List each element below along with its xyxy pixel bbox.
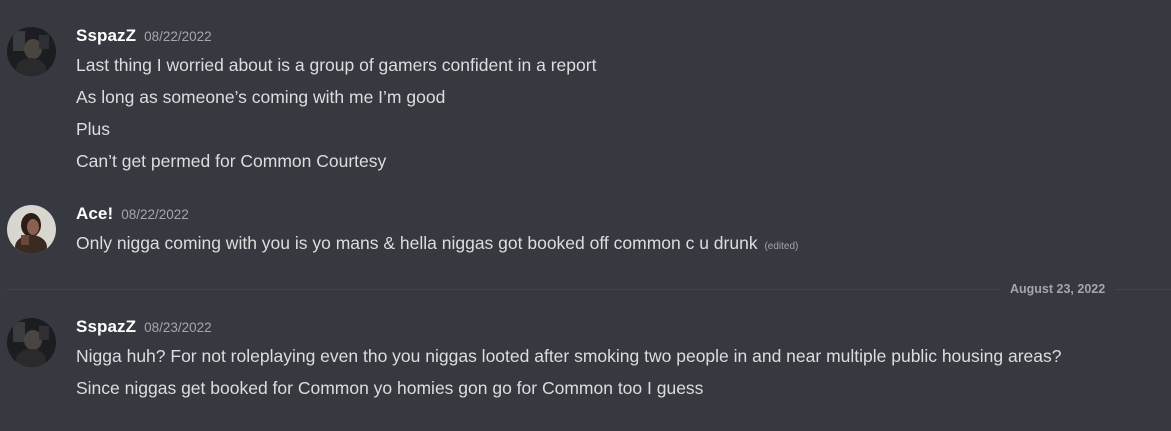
message-content: Only nigga coming with you is yo mans & … [76,233,758,253]
avatar[interactable] [7,318,56,367]
avatar-image [7,318,56,367]
message-header: SspazZ 08/22/2022 [76,26,212,46]
message-header: SspazZ 08/23/2022 [76,317,212,337]
date-divider-line [7,289,1171,290]
username[interactable]: Ace! [76,204,113,223]
message-text: Only nigga coming with you is yo mans & … [76,232,798,258]
edited-label: (edited) [764,241,799,252]
message-text: As long as someone’s coming with me I’m … [76,87,446,107]
message-text: Plus [76,119,111,139]
username[interactable]: SspazZ [76,317,136,336]
message-text: Can’t get permed for Common Courtesy [76,151,387,171]
date-divider-label: August 23, 2022 [1000,282,1116,296]
timestamp: 08/23/2022 [144,320,212,335]
timestamp: 08/22/2022 [121,207,189,222]
message-text: Last thing I worried about is a group of… [76,55,597,75]
timestamp: 08/22/2022 [144,29,212,44]
message-text: Nigga huh? For not roleplaying even tho … [76,346,1062,366]
avatar-image [7,27,56,76]
avatar[interactable] [7,205,56,254]
avatar-image [7,205,56,254]
message-text: Since niggas get booked for Common yo ho… [76,378,704,398]
avatar[interactable] [7,27,56,76]
username[interactable]: SspazZ [76,26,136,45]
message-header: Ace! 08/22/2022 [76,204,189,224]
